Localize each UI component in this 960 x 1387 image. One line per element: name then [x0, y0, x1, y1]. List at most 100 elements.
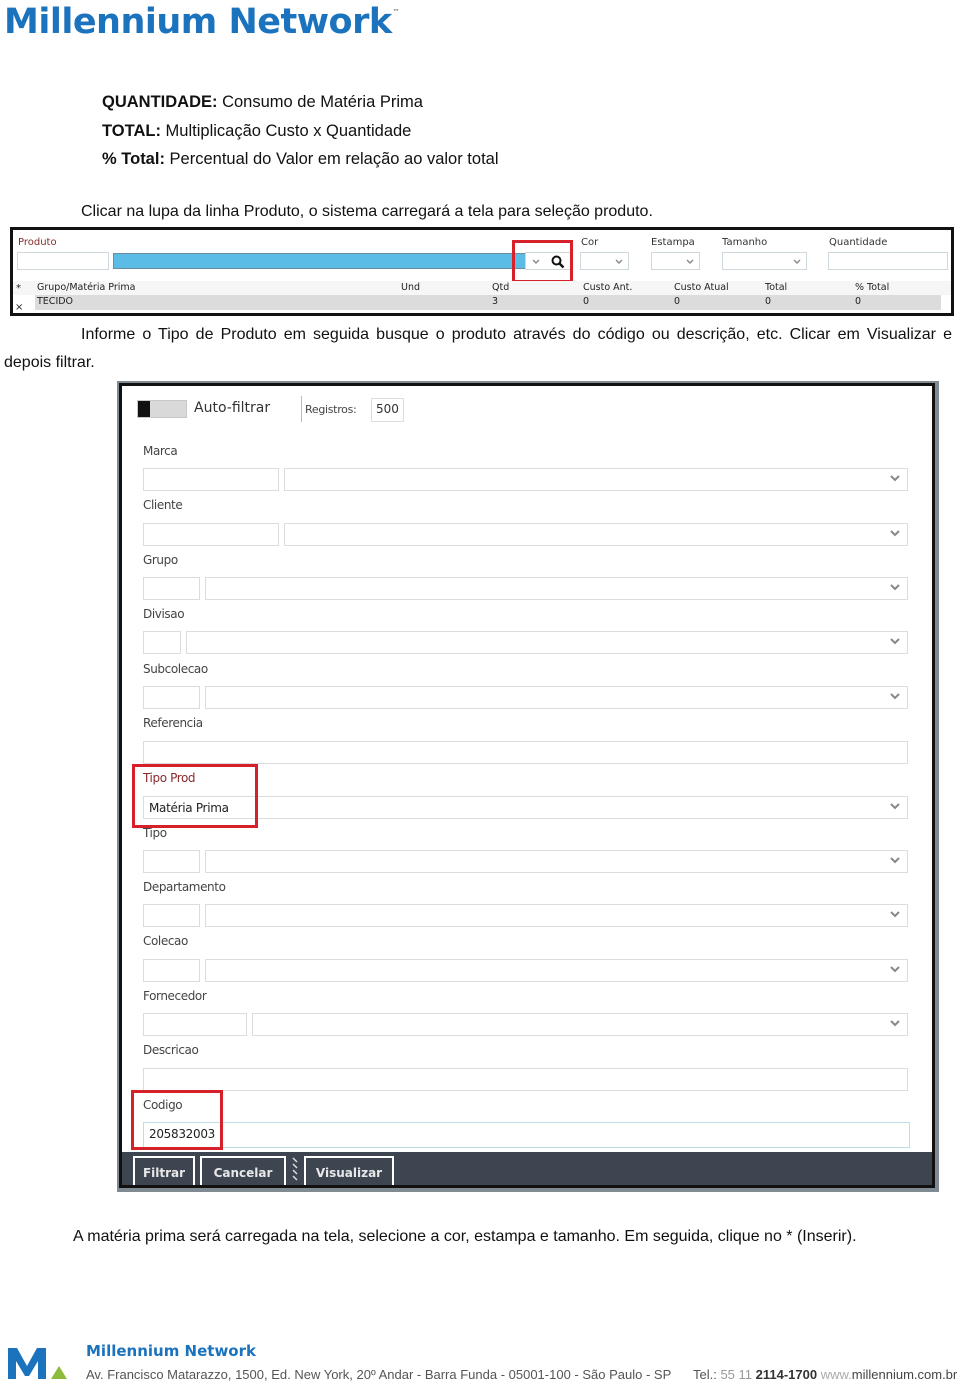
records-label: Registros: — [305, 403, 357, 416]
field-label-subcolecao: Subcolecao — [143, 662, 208, 676]
chevron-down-icon — [890, 638, 900, 645]
subcolecao-code-input[interactable] — [143, 686, 200, 709]
tel-label: Tel.: — [693, 1367, 717, 1382]
product-grid-screenshot: Produto Cor Estampa Tamanho Quantidade *… — [10, 227, 954, 316]
divisao-code-input[interactable] — [143, 631, 181, 654]
chevron-down-icon — [890, 530, 900, 537]
subcolecao-select[interactable] — [205, 686, 908, 709]
chevron-down-icon — [793, 259, 801, 264]
descricao-input[interactable] — [143, 1068, 908, 1091]
definition-desc: Consumo de Matéria Prima — [217, 93, 423, 111]
definition-total: TOTAL: Multiplicação Custo x Quantidade — [102, 117, 499, 146]
instruction-paragraph-3: A matéria prima será carregada na tela, … — [73, 1228, 857, 1245]
produto-label: Produto — [18, 237, 57, 248]
web-domain[interactable]: millennium.com.br — [852, 1367, 957, 1382]
highlight-codigo — [131, 1090, 223, 1150]
footer-address: Av. Francisco Matarazzo, 1500, Ed. New Y… — [86, 1367, 672, 1382]
delete-row-icon[interactable]: × — [15, 302, 23, 313]
definition-term: % Total: — [102, 150, 165, 168]
toolbar-grip-icon[interactable] — [290, 1156, 300, 1184]
chevron-down-icon — [615, 259, 623, 264]
auto-filter-toggle[interactable] — [137, 400, 187, 418]
field-label-divisao: Divisao — [143, 607, 185, 621]
departamento-select[interactable] — [205, 904, 908, 927]
tamanho-select[interactable] — [722, 252, 807, 270]
chevron-down-icon — [890, 475, 900, 482]
definitions-list: QUANTIDADE: Consumo de Matéria Prima TOT… — [102, 88, 499, 174]
chevron-down-icon — [890, 1020, 900, 1027]
marca-code-input[interactable] — [143, 468, 279, 491]
cliente-code-input[interactable] — [143, 523, 279, 546]
table-cell: 0 — [765, 296, 772, 307]
field-label-referencia: Referencia — [143, 716, 203, 730]
filtrar-button[interactable]: Filtrar — [133, 1156, 195, 1185]
chevron-down-icon — [890, 966, 900, 973]
insert-row-icon[interactable]: * — [16, 283, 21, 294]
tipo-code-input[interactable] — [143, 850, 200, 873]
produto-code-input[interactable] — [17, 252, 109, 270]
table-cell: 0 — [583, 296, 590, 307]
column-header: Custo Atual — [674, 282, 729, 293]
field-label-tipo: Tipo — [143, 826, 167, 840]
grupo-code-input[interactable] — [143, 577, 200, 600]
chevron-down-icon — [890, 584, 900, 591]
table-row[interactable] — [35, 295, 941, 310]
tel-prefix: 55 11 — [716, 1367, 756, 1382]
quantidade-label: Quantidade — [829, 237, 888, 248]
filter-dialog-screenshot: Auto-filtrar Registros: 500 Marca Client… — [119, 383, 935, 1188]
field-label-descricao: Descricao — [143, 1043, 199, 1057]
estampa-label: Estampa — [651, 237, 695, 248]
estampa-select[interactable] — [651, 252, 700, 270]
highlight-search-button — [512, 240, 573, 283]
tipo-select[interactable] — [205, 850, 908, 873]
colecao-select[interactable] — [205, 959, 908, 982]
highlight-tipo-prod — [132, 764, 258, 828]
fornecedor-code-input[interactable] — [143, 1013, 247, 1036]
column-header: % Total — [855, 282, 890, 293]
millennium-logo-icon — [8, 1348, 67, 1379]
tamanho-label: Tamanho — [722, 237, 768, 248]
chevron-down-icon — [890, 693, 900, 700]
dialog-button-bar: Filtrar Cancelar Visualizar — [122, 1152, 932, 1185]
toolbar-divider — [301, 396, 302, 422]
colecao-code-input[interactable] — [143, 959, 200, 982]
field-label-departamento: Departamento — [143, 880, 226, 894]
cliente-select[interactable] — [284, 523, 908, 546]
column-header: Und — [401, 282, 421, 293]
divisao-select[interactable] — [186, 631, 908, 654]
fornecedor-select[interactable] — [252, 1013, 908, 1036]
cor-select[interactable] — [580, 252, 629, 270]
codigo-input[interactable]: 205832003 — [143, 1122, 910, 1148]
web-prefix: www. — [817, 1367, 852, 1382]
chevron-down-icon — [890, 803, 900, 810]
table-cell: 0 — [674, 296, 681, 307]
definition-term: TOTAL: — [102, 121, 161, 140]
definition-desc: Percentual do Valor em relação ao valor … — [164, 150, 499, 168]
cor-label: Cor — [581, 237, 599, 248]
table-cell: TECIDO — [37, 296, 74, 307]
quantidade-input[interactable] — [828, 252, 948, 270]
table-cell: 0 — [855, 296, 862, 307]
definition-term: QUANTIDADE: — [102, 93, 218, 111]
grid-header — [13, 281, 951, 295]
definition-desc: Multiplicação Custo x Quantidade — [160, 121, 412, 140]
trademark: ™ — [392, 8, 400, 16]
produto-description-input[interactable] — [113, 253, 526, 269]
departamento-code-input[interactable] — [143, 904, 200, 927]
grupo-select[interactable] — [205, 577, 908, 600]
records-input[interactable]: 500 — [371, 398, 404, 422]
visualizar-button[interactable]: Visualizar — [304, 1156, 394, 1185]
definition-quantidade: QUANTIDADE: Consumo de Matéria Prima — [102, 88, 499, 117]
field-label-grupo: Grupo — [143, 553, 178, 567]
field-label-colecao: Colecao — [143, 934, 188, 948]
field-label-cliente: Cliente — [143, 498, 183, 512]
definition-percent-total: % Total: Percentual do Valor em relação … — [102, 145, 499, 174]
field-label-marca: Marca — [143, 444, 178, 458]
referencia-input[interactable] — [143, 741, 908, 764]
chevron-down-icon — [890, 911, 900, 918]
field-label-fornecedor: Fornecedor — [143, 989, 207, 1003]
marca-select[interactable] — [284, 468, 908, 491]
cancelar-button[interactable]: Cancelar — [200, 1156, 286, 1185]
footer-contact: Tel.: 55 11 2114-1700 www.millennium.com… — [693, 1367, 957, 1382]
instruction-paragraph-1: Clicar na lupa da linha Produto, o siste… — [81, 203, 653, 220]
